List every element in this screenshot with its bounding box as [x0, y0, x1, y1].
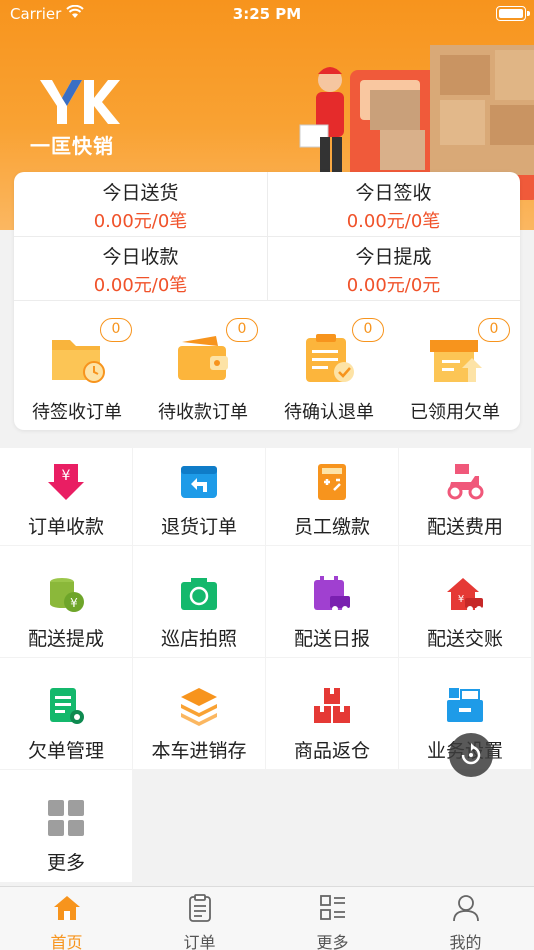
stat-value: 0.00元/0元 [346, 275, 441, 296]
stat-today-delivery[interactable]: 今日送货 0.00元/0笔 [14, 172, 267, 236]
clipboard-check-icon [306, 334, 354, 382]
menu-label: 本车进销存 [151, 740, 247, 762]
tab-label: 订单 [183, 933, 216, 950]
menu-label: 配送费用 [426, 516, 503, 538]
count-badge: 0 [226, 318, 258, 342]
menu-delivery-fee[interactable]: 配送费用 [399, 448, 531, 545]
calculator-icon [318, 464, 346, 500]
stat-value: 0.00元/0笔 [93, 275, 188, 296]
pending-label: 待收款订单 [158, 402, 248, 423]
house-truck-icon: ¥ [447, 578, 483, 612]
count-badge: 0 [100, 318, 132, 342]
pending-to-sign[interactable]: 0 待签收订单 [14, 302, 140, 430]
clipboard-icon [189, 894, 211, 922]
pending-label: 待确认退单 [284, 402, 374, 423]
menu-staff-payment[interactable]: 员工缴款 [266, 448, 398, 545]
menu-more[interactable]: 更多 [0, 770, 132, 882]
camera-icon [181, 578, 217, 610]
boxes-icon [314, 688, 350, 723]
box-arrow-icon [430, 340, 482, 382]
divider [14, 300, 520, 301]
svg-text:¥: ¥ [70, 596, 78, 610]
tab-home[interactable]: 首页 [0, 887, 133, 950]
tab-bar: 首页 订单 更多 我的 [0, 886, 534, 950]
document-gear-icon [50, 688, 84, 724]
menu-return-order[interactable]: 退货订单 [133, 448, 265, 545]
svg-text:¥: ¥ [458, 594, 464, 605]
stat-value: 0.00元/0笔 [93, 211, 188, 232]
stat-label: 今日提成 [355, 246, 432, 268]
layers-icon [181, 688, 217, 726]
tab-label: 我的 [449, 933, 482, 950]
pending-label: 待签收订单 [32, 402, 122, 423]
tab-label: 首页 [50, 933, 83, 950]
stat-value: 0.00元/0笔 [346, 211, 441, 232]
wallet-icon [178, 336, 228, 380]
stat-today-signed[interactable]: 今日签收 0.00元/0笔 [267, 172, 520, 236]
stat-label: 今日收款 [102, 246, 179, 268]
yk-logo-icon [40, 80, 120, 124]
clock: 3:25 PM [232, 5, 302, 23]
divider [267, 172, 268, 300]
return-tray-icon [181, 466, 217, 498]
menu-delivery-commission[interactable]: ¥ 配送提成 [0, 546, 132, 657]
refresh-icon [461, 743, 481, 765]
floating-refresh-button[interactable] [449, 733, 493, 777]
menu-delivery-settlement[interactable]: ¥ 配送交账 [399, 546, 531, 657]
pending-label: 已领用欠单 [410, 402, 500, 423]
menu-vehicle-inventory[interactable]: 本车进销存 [133, 658, 265, 769]
menu-label: 配送日报 [293, 628, 370, 650]
menu-label: 商品返仓 [293, 740, 370, 762]
battery-icon [496, 6, 530, 21]
menu-label: 员工缴款 [293, 516, 370, 538]
menu-delivery-daily-report[interactable]: 配送日报 [266, 546, 398, 657]
summary-card: 今日送货 0.00元/0笔 今日签收 0.00元/0笔 今日收款 0.00元/0… [14, 172, 520, 430]
status-bar: Carrier 3:25 PM [0, 0, 534, 28]
stat-label: 今日送货 [102, 182, 179, 204]
stat-today-commission[interactable]: 今日提成 0.00元/0元 [267, 236, 520, 300]
pending-to-confirm-return[interactable]: 0 待确认退单 [266, 302, 392, 430]
list-grid-icon [320, 895, 345, 920]
brand-logo: 一匡快销 [30, 78, 140, 158]
coins-icon: ¥ [50, 578, 84, 612]
count-badge: 0 [478, 318, 510, 342]
calendar-truck-icon [314, 576, 350, 612]
pending-received-debt[interactable]: 0 已领用欠单 [392, 302, 518, 430]
tab-label: 更多 [316, 933, 349, 950]
logo-text: 一匡快销 [30, 134, 114, 158]
menu-label: 欠单管理 [27, 740, 104, 762]
tab-mine[interactable]: 我的 [399, 887, 532, 950]
menu-label: 订单收款 [27, 516, 104, 538]
count-badge: 0 [352, 318, 384, 342]
menu-order-collection[interactable]: ¥ 订单收款 [0, 448, 132, 545]
svg-text:¥: ¥ [62, 468, 71, 484]
scooter-icon [447, 464, 484, 500]
stat-label: 今日签收 [355, 182, 432, 204]
yuan-download-icon: ¥ [48, 464, 84, 500]
menu-debt-management[interactable]: 欠单管理 [0, 658, 132, 769]
pending-to-collect[interactable]: 0 待收款订单 [140, 302, 266, 430]
person-icon [453, 895, 479, 922]
stat-today-collection[interactable]: 今日收款 0.00元/0笔 [14, 236, 267, 300]
menu-goods-return[interactable]: 商品返仓 [266, 658, 398, 769]
tab-more[interactable]: 更多 [266, 887, 399, 950]
menu-store-photo[interactable]: 巡店拍照 [133, 546, 265, 657]
home-icon [54, 896, 80, 920]
menu-label: 配送交账 [426, 628, 503, 650]
folder-clock-icon [52, 340, 105, 383]
tab-orders[interactable]: 订单 [133, 887, 266, 950]
menu-label: 更多 [46, 852, 85, 874]
menu-label: 巡店拍照 [160, 628, 237, 650]
menu-label: 配送提成 [27, 628, 104, 650]
menu-label: 退货订单 [160, 516, 237, 538]
settings-box-icon [447, 688, 483, 722]
grid-icon [48, 800, 84, 836]
